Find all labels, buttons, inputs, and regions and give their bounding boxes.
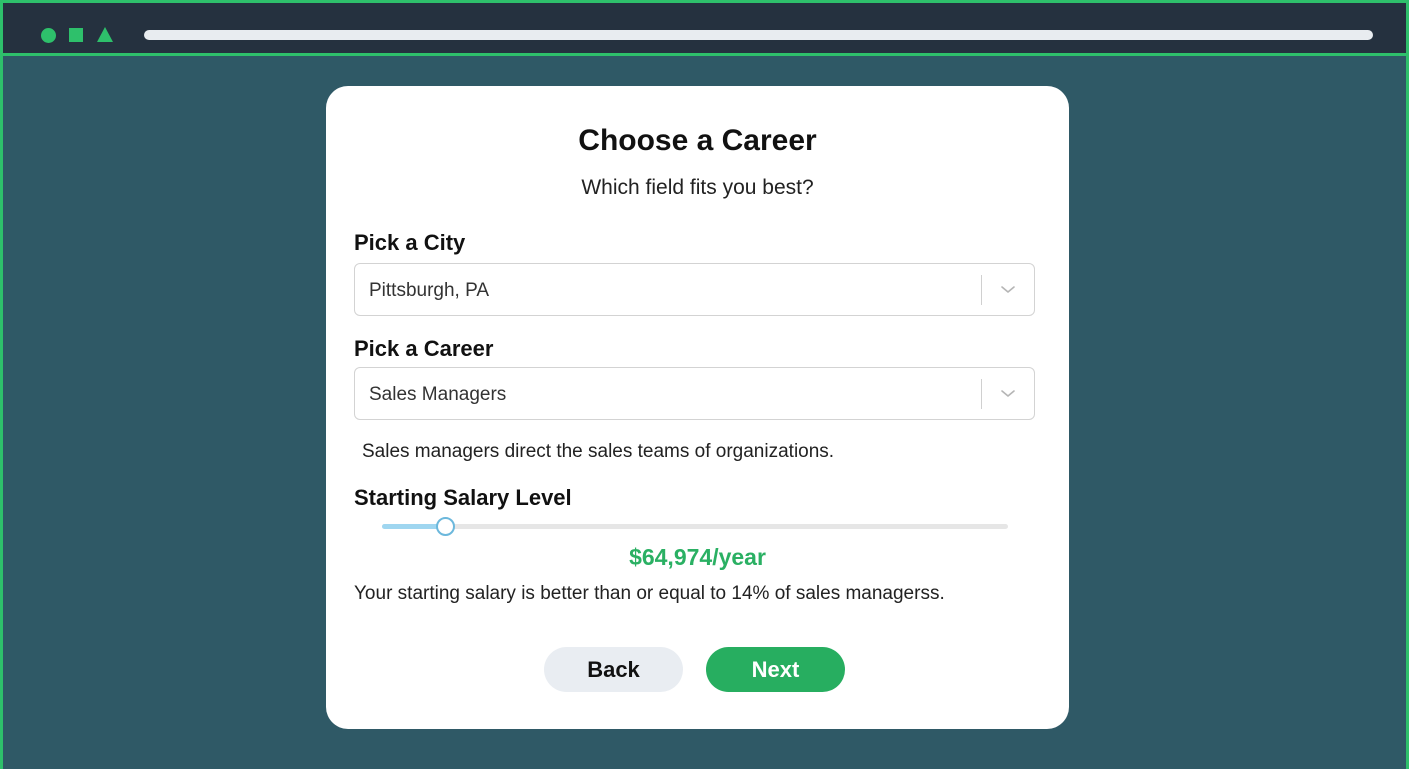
career-card: Choose a Career Which field fits you bes… [326,86,1069,729]
address-bar[interactable] [144,30,1373,40]
career-select[interactable]: Sales Managers [354,367,1035,420]
career-select-value: Sales Managers [369,384,507,405]
city-select[interactable]: Pittsburgh, PA [354,263,1035,316]
back-button[interactable]: Back [544,647,683,692]
salary-slider[interactable] [382,517,1008,537]
triangle-icon [97,27,113,42]
career-description: Sales managers direct the sales teams of… [362,441,835,462]
page-subtitle: Which field fits you best? [581,176,814,199]
chevron-down-icon[interactable] [996,381,1020,405]
next-button[interactable]: Next [706,647,845,692]
page-title: Choose a Career [578,124,817,157]
city-select-value: Pittsburgh, PA [369,280,490,301]
slider-track [382,524,1008,529]
select-separator [981,275,982,305]
career-label: Pick a Career [354,336,494,361]
browser-bar [3,3,1406,56]
select-separator [981,379,982,409]
city-label: Pick a City [354,230,466,255]
slider-thumb[interactable] [435,517,455,536]
circle-icon [41,28,56,43]
salary-value: $64,974/year [629,544,766,570]
chevron-down-icon[interactable] [996,277,1020,301]
salary-percentile: Your starting salary is better than or e… [354,583,945,604]
square-icon [69,28,83,42]
salary-label: Starting Salary Level [354,485,572,510]
